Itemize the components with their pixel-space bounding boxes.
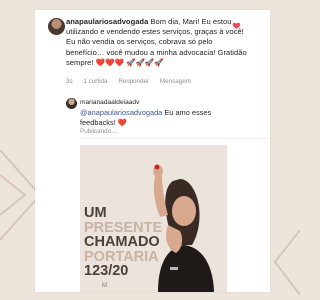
message-link[interactable]: Mensagem [160, 78, 191, 85]
like-heart-icon[interactable] [232, 21, 241, 30]
reply-mention[interactable]: @anapaulariosadvogada [80, 108, 162, 117]
comment-actions: 3s 1 curtida Responder Mensagem [66, 78, 200, 85]
reply-text: @anapaulariosadvogada Eu amo esses feedb… [80, 108, 230, 127]
reply-avatar[interactable] [66, 98, 77, 109]
post-line-2: PRESENTE [84, 219, 163, 236]
post-line-4: PORTARIA [84, 248, 159, 265]
comment-time: 3s [66, 78, 73, 85]
reply-divider [80, 138, 268, 139]
commenter-avatar[interactable] [48, 18, 65, 35]
reply-status: Publicando... [80, 128, 117, 135]
post-line-3: CHAMADO [84, 234, 160, 250]
post-line-1: UM [84, 205, 107, 221]
comment-text: anapaulariosadvogada Bom dia, Mari! Eu e… [66, 17, 249, 68]
comment-username[interactable]: anapaulariosadvogada [66, 17, 148, 26]
reply-link[interactable]: Responder [118, 78, 149, 85]
post-thumbnail[interactable]: UM PRESENTE CHAMADO PORTARIA 123/20 M [80, 145, 227, 292]
likes-count-link[interactable]: 1 curtida [83, 78, 107, 85]
post-line-5: 123/20 [84, 263, 129, 279]
post-logo-mark: M [102, 283, 107, 289]
post-headline: UM PRESENTE CHAMADO PORTARIA 123/20 [84, 206, 162, 279]
reply-username[interactable]: marianadaaldeiaadv [80, 99, 139, 106]
